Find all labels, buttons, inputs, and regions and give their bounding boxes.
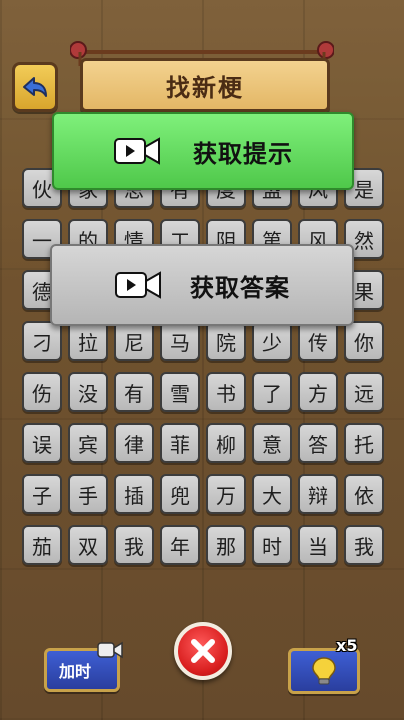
grid-cell[interactable]: 我 — [344, 525, 384, 565]
grid-cell[interactable]: 当 — [298, 525, 338, 565]
grid-cell[interactable]: 茄 — [22, 525, 62, 565]
grid-cell[interactable]: 你 — [344, 321, 384, 361]
get-answer-button[interactable]: 获取答案 — [50, 244, 354, 326]
get-hint-label: 获取提示 — [193, 139, 293, 168]
grid-cell[interactable]: 依 — [344, 474, 384, 514]
back-button[interactable] — [12, 62, 58, 112]
close-x-icon — [191, 639, 215, 663]
grid-cell[interactable]: 大 — [252, 474, 292, 514]
grid-cell[interactable]: 书 — [206, 372, 246, 412]
grid-cell[interactable]: 插 — [114, 474, 154, 514]
grid-cell[interactable]: 双 — [68, 525, 108, 565]
title-sign: 找新梗 — [80, 58, 330, 112]
grid-cell[interactable]: 托 — [344, 423, 384, 463]
grid-cell[interactable]: 尼 — [114, 321, 154, 361]
grid-cell[interactable]: 万 — [206, 474, 246, 514]
close-button[interactable] — [174, 622, 232, 680]
grid-cell[interactable]: 马 — [160, 321, 200, 361]
grid-cell[interactable]: 没 — [68, 372, 108, 412]
grid-cell[interactable]: 院 — [206, 321, 246, 361]
grid-cell[interactable]: 我 — [114, 525, 154, 565]
grid-cell[interactable]: 子 — [22, 474, 62, 514]
add-time-button[interactable]: 加时 — [44, 641, 123, 692]
get-answer-label: 获取答案 — [190, 273, 290, 302]
get-hint-button[interactable]: 获取提示 — [52, 112, 354, 190]
grid-cell[interactable]: 辩 — [298, 474, 338, 514]
grid-cell[interactable]: 律 — [114, 423, 154, 463]
grid-cell[interactable]: 菲 — [160, 423, 200, 463]
video-camera-icon — [114, 137, 160, 165]
grid-cell[interactable]: 远 — [344, 372, 384, 412]
grid-cell[interactable]: 伤 — [22, 372, 62, 412]
page-title: 找新梗 — [166, 73, 244, 102]
grid-cell[interactable]: 意 — [252, 423, 292, 463]
back-arrow-icon — [23, 77, 47, 97]
add-time-label: 加时 — [59, 662, 92, 681]
grid-cell[interactable]: 那 — [206, 525, 246, 565]
grid-cell[interactable]: 拉 — [68, 321, 108, 361]
grid-cell[interactable]: 兜 — [160, 474, 200, 514]
grid-cell[interactable]: 刁 — [22, 321, 62, 361]
grid-cell[interactable]: 有 — [114, 372, 154, 412]
lightbulb-icon — [312, 657, 336, 685]
grid-cell[interactable]: 年 — [160, 525, 200, 565]
grid-cell[interactable]: 方 — [298, 372, 338, 412]
video-camera-icon — [115, 271, 161, 299]
grid-cell[interactable]: 了 — [252, 372, 292, 412]
video-camera-icon — [97, 641, 123, 659]
bulb-count: x5 — [336, 636, 358, 655]
grid-cell[interactable]: 宾 — [68, 423, 108, 463]
grid-cell[interactable]: 少 — [252, 321, 292, 361]
grid-cell[interactable]: 时 — [252, 525, 292, 565]
grid-cell[interactable]: 手 — [68, 474, 108, 514]
grid-cell[interactable]: 传 — [298, 321, 338, 361]
grid-cell[interactable]: 雪 — [160, 372, 200, 412]
grid-cell[interactable]: 柳 — [206, 423, 246, 463]
character-grid: 伙家思有度盟风是一的情工阴第风然德果刁拉尼马院少传你伤没有雪书了方远误宾律菲柳意… — [22, 168, 384, 565]
grid-cell[interactable]: 误 — [22, 423, 62, 463]
grid-cell[interactable]: 答 — [298, 423, 338, 463]
